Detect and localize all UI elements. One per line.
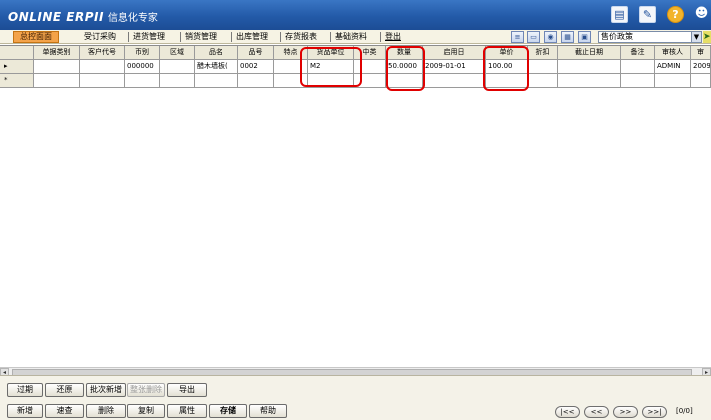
menu-sales-management[interactable]: 销货管理: [183, 31, 219, 43]
help-icon[interactable]: ?: [667, 6, 684, 23]
export-sheet-icon[interactable]: ▤: [611, 6, 628, 23]
brand-tagline: 信息化专家: [107, 13, 158, 24]
edit-note-icon[interactable]: ✎: [639, 6, 656, 23]
table-icon[interactable]: ▦: [561, 31, 574, 43]
go-arrow-icon[interactable]: ➤: [703, 31, 711, 43]
price-policy-select[interactable]: 售价政策 ▼: [598, 31, 702, 43]
menu-separator: [128, 32, 129, 42]
cell-start-date[interactable]: 2009-01-01: [423, 60, 486, 74]
cell-discount[interactable]: [528, 60, 558, 74]
menu-inventory-reports[interactable]: 存货报表: [283, 31, 319, 43]
col-header-doc-type[interactable]: 单据类别: [34, 46, 80, 60]
help-button[interactable]: 帮助: [249, 404, 287, 418]
cell-customer-code[interactable]: [80, 60, 125, 74]
cell-region[interactable]: [160, 60, 195, 74]
menu-outbound-management[interactable]: 出库管理: [234, 31, 270, 43]
col-header-start-date[interactable]: 启用日: [423, 46, 486, 60]
document-icon[interactable]: ▭: [527, 31, 540, 43]
cell-product-no[interactable]: 0002: [238, 60, 274, 74]
col-header-discount[interactable]: 折扣: [528, 46, 558, 60]
cell-end-date[interactable]: [558, 60, 621, 74]
cell-remark[interactable]: [621, 60, 655, 74]
menu-separator: [180, 32, 181, 42]
restore-button[interactable]: 还原: [45, 383, 84, 397]
cell-review-date[interactable]: 2009-0: [691, 60, 711, 74]
col-header-review-date[interactable]: 审: [691, 46, 711, 60]
col-header-product-no[interactable]: 品号: [238, 46, 274, 60]
batch-add-button[interactable]: 批次新增: [86, 383, 126, 397]
menu-bar: 总控面面 受订采购 进货管理 销货管理 出库管理 存货报表 基础资料 登出 ≡ …: [0, 30, 711, 44]
next-page-button[interactable]: >>: [613, 406, 638, 418]
last-page-button[interactable]: >>|: [642, 406, 667, 418]
data-grid: 单据类别 客户代号 币别 区域 品名 品号 特点 货品单位 中类 数量 启用日 …: [0, 45, 711, 377]
save-button[interactable]: 存储: [209, 404, 247, 418]
new-cell[interactable]: [238, 74, 274, 88]
menu-logout[interactable]: 登出: [383, 31, 403, 43]
first-page-button[interactable]: |<<: [555, 406, 580, 418]
new-cell[interactable]: [691, 74, 711, 88]
new-cell[interactable]: [125, 74, 160, 88]
chevron-down-icon[interactable]: ▼: [691, 32, 701, 42]
preview-icon[interactable]: ◉: [544, 31, 557, 43]
cell-doc-type[interactable]: [34, 60, 80, 74]
new-cell[interactable]: [195, 74, 238, 88]
new-cell[interactable]: [34, 74, 80, 88]
new-cell[interactable]: [80, 74, 125, 88]
new-cell[interactable]: [423, 74, 486, 88]
print-icon[interactable]: ▣: [578, 31, 591, 43]
col-header-customer-code[interactable]: 客户代号: [80, 46, 125, 60]
menu-master-data[interactable]: 基础资料: [333, 31, 369, 43]
col-header-end-date[interactable]: 截止日期: [558, 46, 621, 60]
col-header-remark[interactable]: 备注: [621, 46, 655, 60]
col-header-region[interactable]: 区域: [160, 46, 195, 60]
new-row-marker[interactable]: *: [0, 74, 34, 88]
highlight-unit-column: [300, 47, 362, 87]
new-cell[interactable]: [621, 74, 655, 88]
col-header-product-name[interactable]: 品名: [195, 46, 238, 60]
menu-orders-purchasing[interactable]: 受订采购: [82, 31, 118, 43]
menu-purchase-management[interactable]: 进货管理: [131, 31, 167, 43]
col-header-reviewer[interactable]: 审核人: [655, 46, 691, 60]
app-brand: ONLINE ERPII 信息化专家: [8, 9, 158, 24]
highlight-price-column: [483, 46, 529, 91]
menu-separator: [380, 32, 381, 42]
menu-separator: [280, 32, 281, 42]
row-current-marker[interactable]: ▸: [0, 60, 34, 74]
new-cell[interactable]: [528, 74, 558, 88]
highlight-quantity-column: [386, 46, 425, 91]
brand-name: ONLINE ERPII: [8, 10, 104, 24]
list-view-icon[interactable]: ≡: [511, 31, 524, 43]
copy-button[interactable]: 复制: [127, 404, 165, 418]
menu-dashboard[interactable]: 总控面面: [13, 31, 59, 43]
export-button[interactable]: 导出: [167, 383, 207, 397]
price-policy-value: 售价政策: [601, 32, 633, 41]
expire-button[interactable]: 过期: [7, 383, 43, 397]
properties-button[interactable]: 属性: [167, 404, 207, 418]
header-corner: [0, 46, 34, 60]
add-button[interactable]: 新增: [7, 404, 43, 418]
delete-all-button[interactable]: 整张删除: [127, 383, 165, 397]
menu-separator: [231, 32, 232, 42]
quick-search-button[interactable]: 速查: [45, 404, 84, 418]
col-header-currency[interactable]: 币别: [125, 46, 160, 60]
new-cell[interactable]: [160, 74, 195, 88]
cell-currency[interactable]: 000000: [125, 60, 160, 74]
cell-reviewer[interactable]: ADMIN: [655, 60, 691, 74]
new-cell[interactable]: [655, 74, 691, 88]
menu-separator: [330, 32, 331, 42]
user-icon[interactable]: ☻: [693, 6, 710, 23]
delete-button[interactable]: 删除: [86, 404, 126, 418]
new-cell[interactable]: [558, 74, 621, 88]
page-indicator: [0/0]: [676, 407, 693, 415]
action-bar: 过期 还原 批次新增 整张删除 导出 新增 速查 删除 复制 属性 存储 帮助 …: [0, 375, 711, 420]
cell-product-name[interactable]: 醋木墙板(: [195, 60, 238, 74]
prev-page-button[interactable]: <<: [584, 406, 609, 418]
title-bar: ONLINE ERPII 信息化专家 ▤ ✎ ? ☻: [0, 0, 711, 30]
